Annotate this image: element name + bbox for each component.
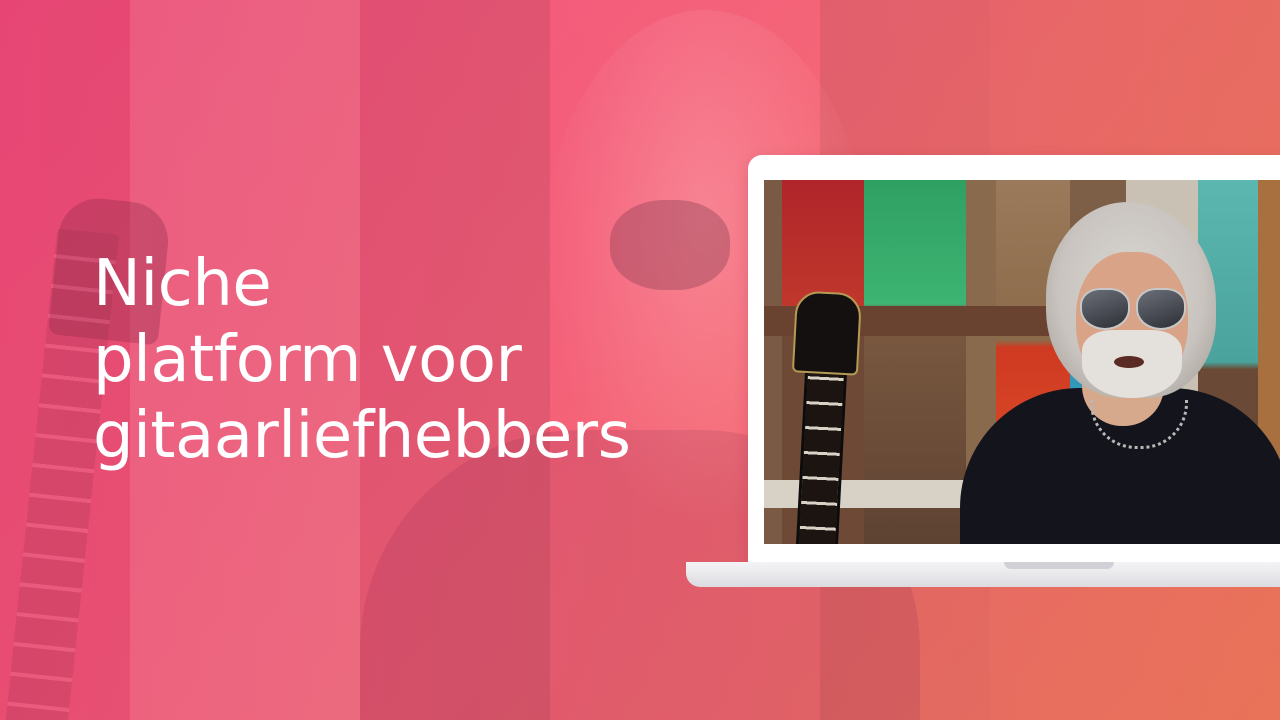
person-mouth: [1114, 356, 1144, 368]
page-title: Niche platform voor gitaarliefhebbers: [93, 246, 631, 474]
laptop-notch: [1004, 562, 1114, 569]
video-frame: [764, 180, 1280, 544]
title-line-3: gitaarliefhebbers: [93, 399, 631, 473]
sunglasses-right-lens: [1136, 288, 1186, 330]
guitar-headstock: [791, 290, 863, 376]
sunglasses-left-lens: [1080, 288, 1130, 330]
laptop-base: [686, 562, 1280, 587]
laptop-mockup: [686, 155, 1280, 587]
title-line-2: platform voor: [93, 323, 522, 397]
title-line-1: Niche: [93, 247, 272, 321]
